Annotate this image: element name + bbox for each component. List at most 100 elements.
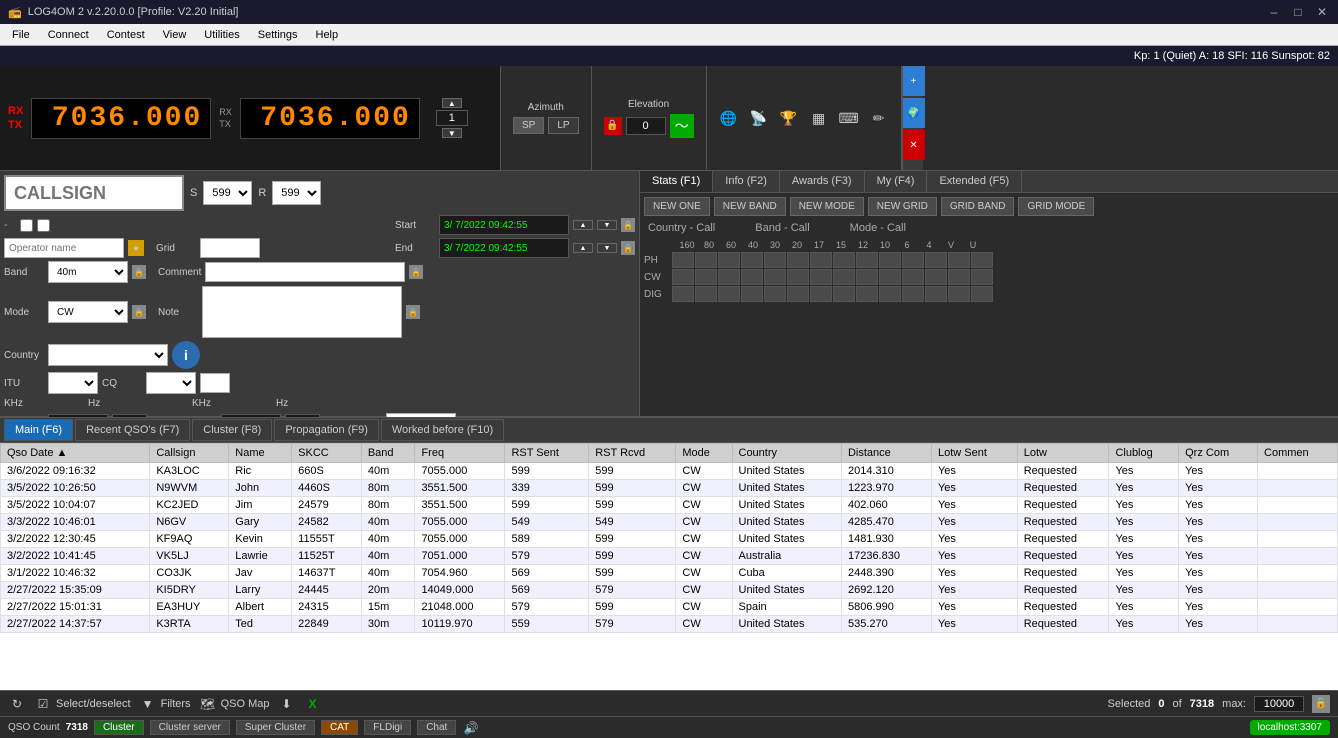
start-spin-up[interactable]: ▲ [573, 220, 593, 230]
r-select[interactable]: 599 [272, 181, 321, 205]
globe-icon[interactable]: 🌐 [717, 106, 741, 130]
tab-my[interactable]: My (F4) [865, 171, 928, 192]
sidebar-btn-1[interactable]: + [903, 66, 925, 96]
tab-recent-qso[interactable]: Recent QSO's (F7) [75, 419, 190, 441]
sidebar-btn-close[interactable]: ✕ [903, 130, 925, 160]
table-row[interactable]: 2/27/2022 15:35:09KI5DRYLarry2444520m140… [1, 582, 1338, 599]
tab-cluster[interactable]: Cluster (F8) [192, 419, 272, 441]
spin-down-button[interactable]: ▼ [442, 128, 462, 138]
col-rst-rcvd[interactable]: RST Rcvd [589, 444, 676, 463]
itu-extra-input[interactable] [200, 373, 230, 393]
col-country[interactable]: Country [732, 444, 841, 463]
col-name[interactable]: Name [229, 444, 292, 463]
col-lotw[interactable]: Lotw [1017, 444, 1109, 463]
filters-button[interactable]: ▼ Filters [139, 695, 191, 713]
keyboard-icon[interactable]: ⌨ [837, 106, 861, 130]
table-row[interactable]: 3/5/2022 10:04:07KC2JEDJim2457980m3551.5… [1, 497, 1338, 514]
audio-icon[interactable]: 🔊 [462, 719, 480, 737]
fldigi-button[interactable]: FLDigi [364, 720, 411, 735]
excel-button[interactable]: X [303, 695, 321, 713]
menu-view[interactable]: View [155, 27, 195, 43]
comment-input[interactable] [205, 262, 405, 282]
col-comment[interactable]: Commen [1258, 444, 1338, 463]
close-button[interactable]: ✕ [1314, 4, 1330, 20]
max-lock-button[interactable]: 🔒 [1312, 695, 1330, 713]
minimize-button[interactable]: – [1266, 4, 1282, 20]
signal-wave-button[interactable]: 〜 [670, 114, 694, 138]
band-select[interactable]: 40m 80m 20m 15m 30m [48, 261, 128, 283]
end-spin-dn[interactable]: ▼ [597, 243, 617, 253]
col-skcc[interactable]: SKCC [292, 444, 362, 463]
antenna-icon[interactable]: 📡 [747, 106, 771, 130]
cq-select[interactable] [146, 372, 196, 394]
operator-input[interactable] [4, 238, 124, 258]
btn-new-one[interactable]: NEW ONE [644, 197, 710, 216]
operator-icon[interactable]: ★ [128, 240, 144, 256]
info-icon[interactable]: i [172, 341, 200, 369]
select-deselect-button[interactable]: ☑ Select/deselect [34, 695, 131, 713]
super-cluster-button[interactable]: Super Cluster [236, 720, 315, 735]
checkbox-2[interactable] [37, 219, 50, 232]
country-select[interactable] [48, 344, 168, 366]
menu-utilities[interactable]: Utilities [196, 27, 247, 43]
mode-lock[interactable]: 🔒 [132, 305, 146, 319]
menu-help[interactable]: Help [308, 27, 347, 43]
band-lock[interactable]: 🔒 [132, 265, 146, 279]
cluster-server-button[interactable]: Cluster server [150, 720, 230, 735]
callsign-input[interactable] [4, 175, 184, 211]
export-button[interactable]: ⬇ [277, 695, 295, 713]
col-lotw-sent[interactable]: Lotw Sent [931, 444, 1017, 463]
btn-grid-band[interactable]: GRID BAND [941, 197, 1015, 216]
tab-awards[interactable]: Awards (F3) [780, 171, 865, 192]
s-select[interactable]: 599 [203, 181, 252, 205]
note-lock[interactable]: 🔒 [406, 305, 420, 319]
table-row[interactable]: 3/5/2022 10:26:50N9WVMJohn4460S80m3551.5… [1, 480, 1338, 497]
maximize-button[interactable]: □ [1290, 4, 1306, 20]
refresh-button[interactable]: ↻ [8, 695, 26, 713]
col-mode[interactable]: Mode [676, 444, 732, 463]
menu-connect[interactable]: Connect [40, 27, 97, 43]
col-freq[interactable]: Freq [415, 444, 505, 463]
cluster-button[interactable]: Cluster [94, 720, 144, 735]
menu-file[interactable]: File [4, 27, 38, 43]
col-qrz-com[interactable]: Qrz Com [1179, 444, 1258, 463]
grid-icon[interactable]: ▦ [807, 106, 831, 130]
comment-lock[interactable]: 🔒 [409, 265, 423, 279]
table-row[interactable]: 2/27/2022 15:01:31EA3HUYAlbert2431515m21… [1, 599, 1338, 616]
elevation-input[interactable] [626, 117, 666, 135]
spin-up-button[interactable]: ▲ [442, 98, 462, 108]
freq-display-2[interactable]: 7036.000 [240, 98, 420, 139]
start-lock[interactable]: 🔒 [621, 218, 635, 232]
col-clublog[interactable]: Clublog [1109, 444, 1179, 463]
table-row[interactable]: 2/27/2022 14:37:57K3RTATed2284930m10119.… [1, 616, 1338, 633]
end-input[interactable] [439, 238, 569, 258]
table-row[interactable]: 3/3/2022 10:46:01N6GVGary2458240m7055.00… [1, 514, 1338, 531]
table-row[interactable]: 3/1/2022 10:46:32CO3JKJav14637T40m7054.9… [1, 565, 1338, 582]
btn-new-band[interactable]: NEW BAND [714, 197, 786, 216]
col-rst-sent[interactable]: RST Sent [505, 444, 589, 463]
col-qso-date[interactable]: Qso Date ▲ [1, 444, 150, 463]
chat-button[interactable]: Chat [417, 720, 456, 735]
checkbox-1[interactable] [20, 219, 33, 232]
table-row[interactable]: 3/6/2022 09:16:32KA3LOCRic660S40m7055.00… [1, 463, 1338, 480]
note-textarea[interactable] [202, 286, 402, 338]
freq-display-1[interactable]: 7036.000 [31, 98, 211, 139]
start-input[interactable] [439, 215, 569, 235]
btn-grid-mode[interactable]: GRID MODE [1018, 197, 1094, 216]
table-row[interactable]: 3/2/2022 12:30:45KF9AQKevin11555T40m7055… [1, 531, 1338, 548]
tab-extended[interactable]: Extended (F5) [927, 171, 1022, 192]
tab-worked-before[interactable]: Worked before (F10) [381, 419, 504, 441]
tab-main[interactable]: Main (F6) [4, 419, 73, 441]
col-band[interactable]: Band [361, 444, 415, 463]
col-distance[interactable]: Distance [841, 444, 931, 463]
pencil-icon[interactable]: ✏ [867, 106, 891, 130]
menu-contest[interactable]: Contest [99, 27, 153, 43]
azimuth-lp-button[interactable]: LP [548, 117, 578, 134]
tab-stats[interactable]: Stats (F1) [640, 171, 713, 192]
itu-select[interactable] [48, 372, 98, 394]
qso-map-button[interactable]: 🗺 QSO Map [199, 695, 270, 713]
col-callsign[interactable]: Callsign [150, 444, 229, 463]
mode-select[interactable]: CW SSB FT8 [48, 301, 128, 323]
btn-new-mode[interactable]: NEW MODE [790, 197, 864, 216]
award-icon[interactable]: 🏆 [777, 106, 801, 130]
